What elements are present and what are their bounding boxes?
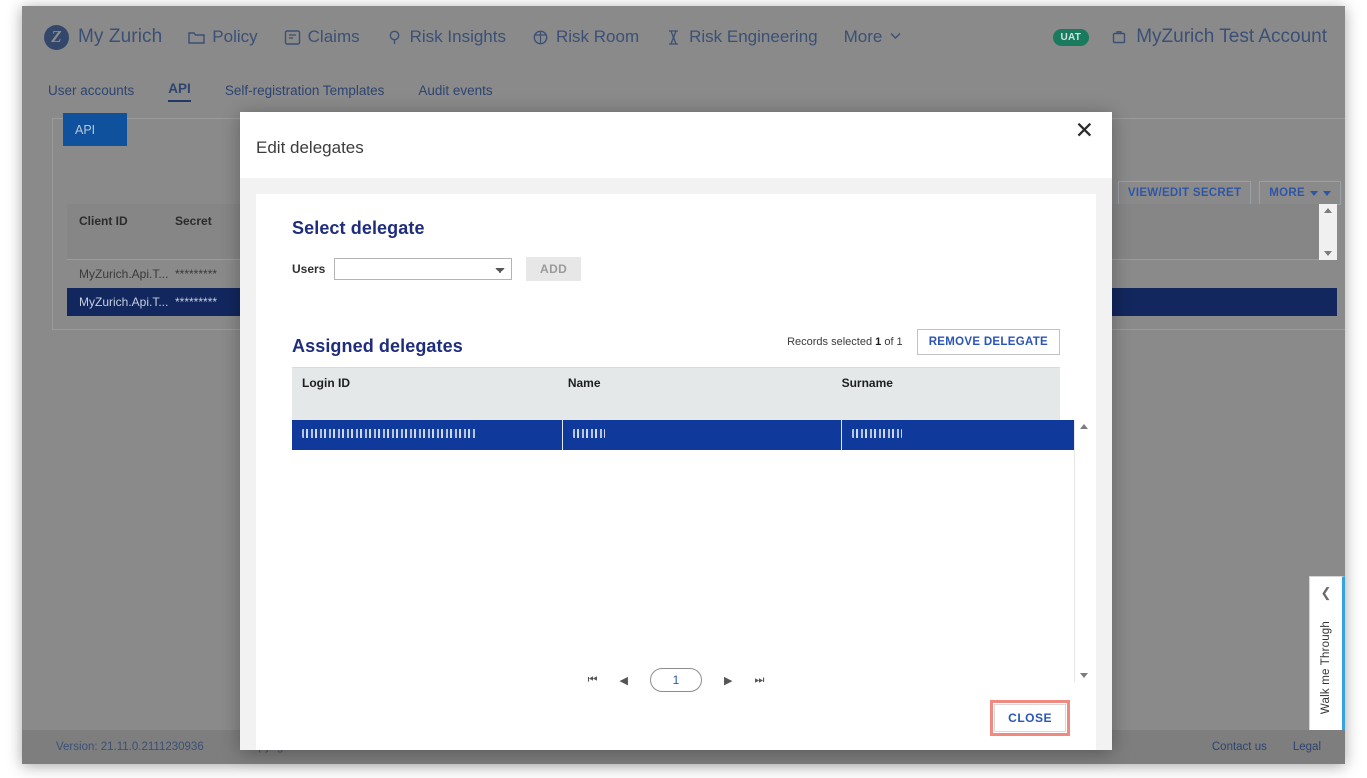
nav-item-risk-engineering[interactable]: Risk Engineering bbox=[665, 27, 818, 47]
pagination: ⏮ ◀ 1 ▶ ⏭ bbox=[256, 668, 1096, 692]
redacted-value bbox=[302, 429, 477, 438]
card-action-bar: VIEW/EDIT SECRET MORE bbox=[1118, 181, 1341, 205]
nav-item-claims[interactable]: Claims bbox=[284, 27, 360, 47]
users-label: Users bbox=[292, 262, 334, 276]
column-header-surname: Surname bbox=[832, 368, 1060, 420]
bulb-icon bbox=[386, 29, 403, 46]
last-page-icon[interactable]: ⏭ bbox=[754, 673, 764, 687]
legal-link[interactable]: Legal bbox=[1293, 741, 1321, 753]
assigned-delegates-heading: Assigned delegates bbox=[292, 336, 463, 357]
records-selected-suffix: of 1 bbox=[884, 336, 902, 348]
contact-us-link[interactable]: Contact us bbox=[1212, 741, 1267, 753]
view-edit-secret-button[interactable]: VIEW/EDIT SECRET bbox=[1118, 181, 1251, 205]
assigned-table-header: Login ID Name Surname bbox=[292, 368, 1060, 420]
scroll-up-icon[interactable] bbox=[1324, 208, 1332, 213]
tab-api[interactable]: API bbox=[168, 81, 191, 102]
claims-icon bbox=[284, 29, 301, 46]
globe-icon bbox=[532, 29, 549, 46]
cell-login-id bbox=[292, 429, 562, 441]
account-label: MyZurich Test Account bbox=[1136, 26, 1327, 48]
walk-me-through-label: Walk me Through bbox=[1320, 621, 1332, 714]
assigned-delegates-table: Login ID Name Surname bbox=[292, 367, 1060, 682]
tab-audit-events[interactable]: Audit events bbox=[418, 83, 492, 100]
cell-surname bbox=[842, 429, 1074, 441]
chevron-down-icon bbox=[889, 29, 902, 46]
env-badge: UAT bbox=[1053, 29, 1090, 46]
brand-label: My Zurich bbox=[78, 26, 162, 48]
nav-label: More bbox=[844, 27, 883, 47]
version-label: Version: 21.11.0.2111230936 bbox=[56, 741, 204, 753]
records-selected-prefix: Records selected bbox=[787, 336, 872, 348]
modal-panel: Select delegate Users ADD Assigned deleg… bbox=[256, 194, 1096, 750]
redacted-value bbox=[852, 429, 902, 438]
nav-item-risk-insights[interactable]: Risk Insights bbox=[386, 27, 506, 47]
cell-client-id: MyZurich.Api.T... bbox=[67, 267, 163, 281]
assigned-table-body-wrap bbox=[292, 420, 1060, 682]
top-navigation: Z My Zurich Policy Claims Risk Insig bbox=[22, 6, 1345, 68]
column-header-client-id: Client ID bbox=[67, 204, 163, 259]
records-selected-count: 1 bbox=[875, 336, 881, 348]
nav-item-more[interactable]: More bbox=[844, 27, 903, 47]
nav-right-cluster: UAT MyZurich Test Account bbox=[1053, 26, 1328, 48]
assigned-table-scrollbar[interactable] bbox=[1074, 420, 1075, 682]
api-chip[interactable]: API bbox=[63, 113, 127, 146]
close-icon[interactable]: ✕ bbox=[1075, 120, 1094, 143]
nav-label: Claims bbox=[308, 27, 360, 47]
scroll-down-icon[interactable] bbox=[1324, 251, 1332, 256]
nav-label: Policy bbox=[212, 27, 257, 47]
table-row[interactable] bbox=[292, 420, 1074, 450]
chevron-down-icon bbox=[1323, 191, 1331, 196]
engineering-icon bbox=[665, 29, 682, 46]
api-table-scrollbar[interactable] bbox=[1319, 204, 1337, 260]
nav-item-risk-room[interactable]: Risk Room bbox=[532, 27, 639, 47]
assigned-actions: Records selected 1 of 1 REMOVE DELEGATE bbox=[787, 329, 1060, 357]
column-header-name: Name bbox=[558, 368, 832, 420]
zurich-logo-icon: Z bbox=[44, 25, 69, 50]
walk-me-through-tab[interactable]: ❮ Walk me Through bbox=[1309, 576, 1345, 741]
folder-icon bbox=[188, 29, 205, 46]
modal-body: Select delegate Users ADD Assigned deleg… bbox=[240, 178, 1112, 750]
current-page[interactable]: 1 bbox=[650, 668, 702, 692]
briefcase-icon bbox=[1111, 29, 1128, 46]
chevron-left-icon[interactable]: ❮ bbox=[1321, 585, 1332, 601]
users-select[interactable] bbox=[334, 258, 512, 280]
next-page-icon[interactable]: ▶ bbox=[724, 674, 732, 687]
nav-label: Risk Insights bbox=[410, 27, 506, 47]
brand-logo[interactable]: Z My Zurich bbox=[44, 25, 162, 50]
nav-item-policy[interactable]: Policy bbox=[188, 27, 257, 47]
more-button[interactable]: MORE bbox=[1259, 181, 1341, 205]
nav-label: Risk Room bbox=[556, 27, 639, 47]
assigned-table-body bbox=[292, 420, 1074, 682]
records-selected-status: Records selected 1 of 1 bbox=[787, 336, 903, 348]
add-button[interactable]: ADD bbox=[526, 257, 581, 281]
edit-delegates-modal: Edit delegates ✕ Select delegate Users A… bbox=[240, 112, 1112, 750]
modal-header: Edit delegates ✕ bbox=[240, 112, 1112, 178]
column-header-login-id: Login ID bbox=[292, 368, 558, 420]
sub-navigation: User accounts API Self-registration Temp… bbox=[22, 68, 1345, 114]
cell-client-id: MyZurich.Api.T... bbox=[67, 295, 163, 309]
scroll-up-icon[interactable] bbox=[1080, 424, 1088, 429]
close-button-highlight: CLOSE bbox=[990, 700, 1070, 736]
select-delegate-heading: Select delegate bbox=[292, 218, 1060, 239]
redacted-value bbox=[573, 429, 605, 438]
first-page-icon[interactable]: ⏮ bbox=[588, 673, 598, 687]
prev-page-icon[interactable]: ◀ bbox=[620, 674, 628, 687]
nav-label: Risk Engineering bbox=[689, 27, 818, 47]
cell-name bbox=[563, 429, 841, 441]
app-root: Z My Zurich Policy Claims Risk Insig bbox=[0, 0, 1367, 778]
footer-links: Contact us Legal bbox=[1212, 741, 1321, 753]
caret-down-icon bbox=[1310, 191, 1318, 196]
tab-self-registration-templates[interactable]: Self-registration Templates bbox=[225, 83, 385, 100]
assigned-delegates-bar: Assigned delegates Records selected 1 of… bbox=[292, 329, 1060, 357]
account-menu[interactable]: MyZurich Test Account bbox=[1111, 26, 1327, 48]
close-button[interactable]: CLOSE bbox=[994, 704, 1066, 732]
tab-user-accounts[interactable]: User accounts bbox=[48, 83, 134, 100]
more-button-label: MORE bbox=[1269, 187, 1305, 199]
remove-delegate-button[interactable]: REMOVE DELEGATE bbox=[917, 329, 1060, 355]
modal-title: Edit delegates bbox=[256, 138, 364, 158]
users-row: Users ADD bbox=[292, 257, 1060, 281]
